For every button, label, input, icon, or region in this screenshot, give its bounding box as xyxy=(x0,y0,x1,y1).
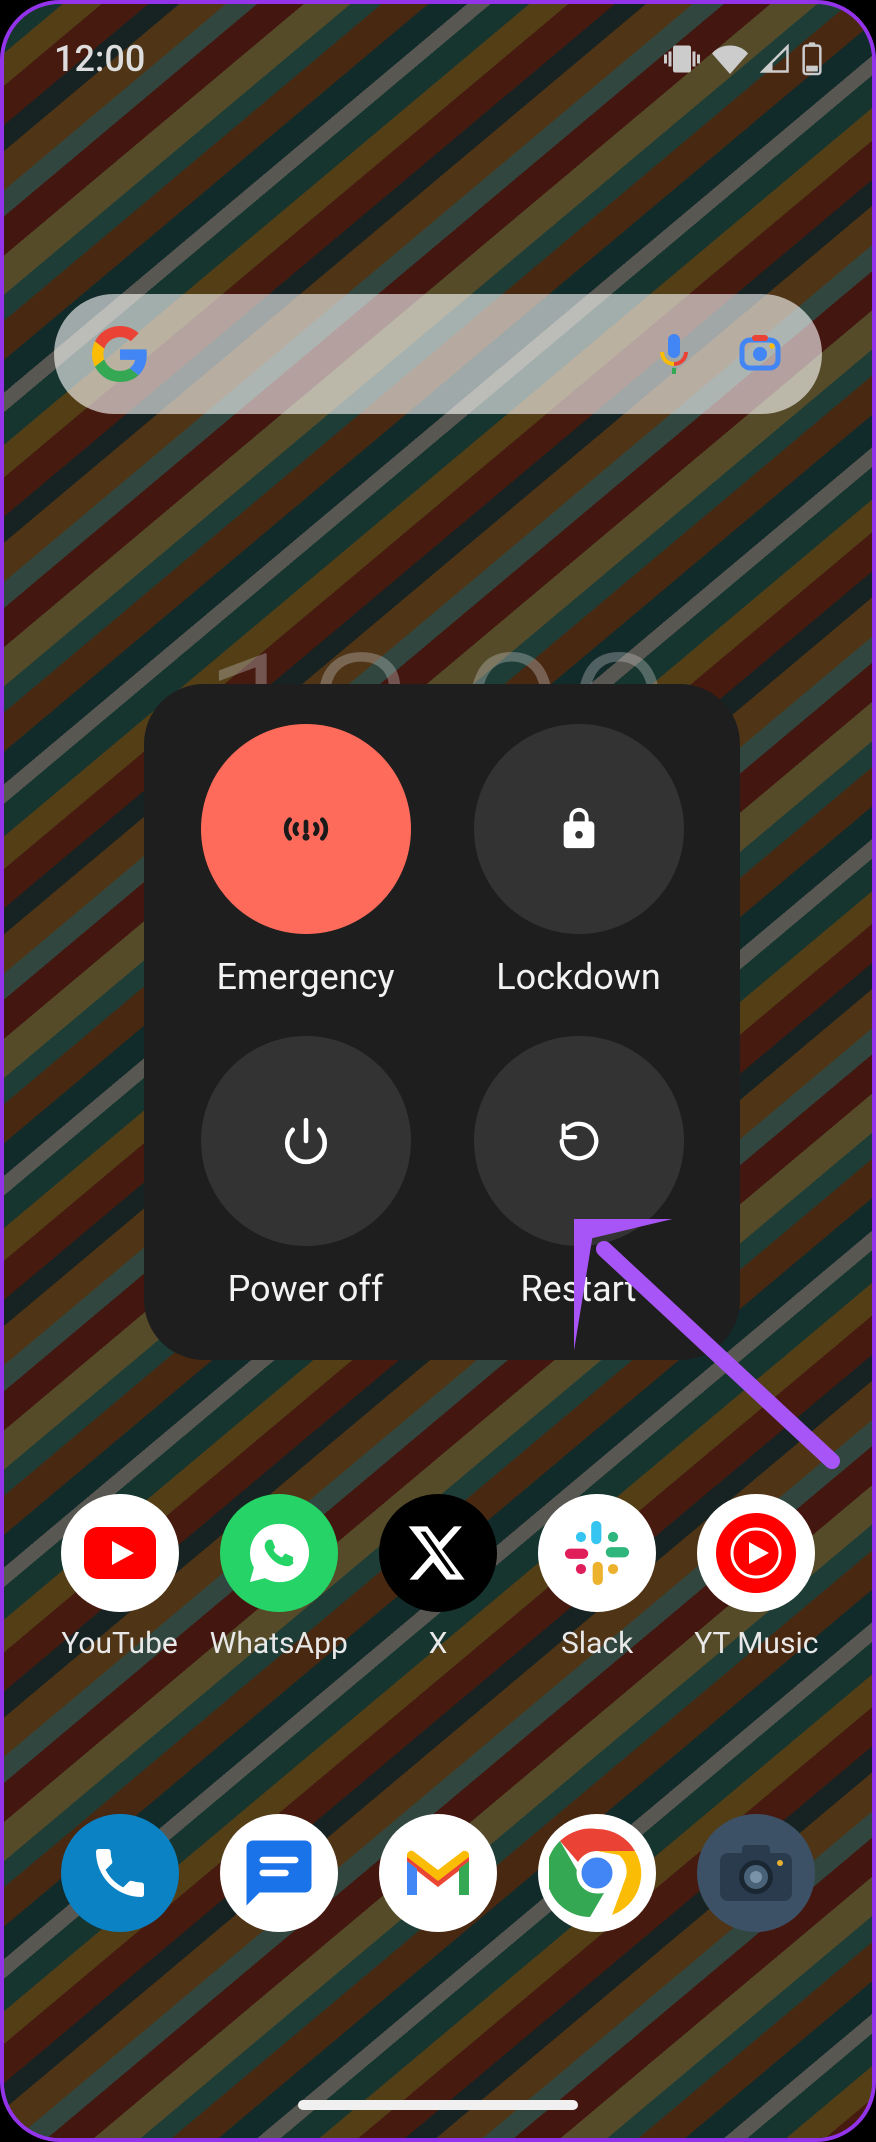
app-gmail[interactable] xyxy=(363,1814,513,1932)
app-whatsapp[interactable]: WhatsApp xyxy=(204,1494,354,1661)
lock-icon xyxy=(556,806,602,852)
restart-circle xyxy=(474,1036,684,1246)
mic-icon[interactable] xyxy=(650,330,698,378)
google-logo-icon xyxy=(92,326,148,382)
lockdown-button[interactable]: Lockdown xyxy=(447,724,710,998)
chrome-icon xyxy=(538,1814,656,1932)
app-messages[interactable] xyxy=(204,1814,354,1932)
x-label: X xyxy=(429,1626,448,1661)
app-slack[interactable]: Slack xyxy=(522,1494,672,1661)
battery-icon xyxy=(802,42,822,76)
ytmusic-icon xyxy=(697,1494,815,1612)
restart-icon xyxy=(556,1118,602,1164)
gesture-nav-bar[interactable] xyxy=(298,2100,578,2110)
power-off-circle xyxy=(201,1036,411,1246)
vibrate-icon xyxy=(664,41,700,77)
app-x[interactable]: X xyxy=(363,1494,513,1661)
app-youtube[interactable]: YouTube xyxy=(45,1494,195,1661)
emergency-icon xyxy=(278,801,334,857)
slack-label: Slack xyxy=(561,1626,633,1661)
messages-icon xyxy=(220,1814,338,1932)
wifi-icon xyxy=(712,41,748,77)
lockdown-label: Lockdown xyxy=(496,956,660,998)
ytmusic-label: YT Music xyxy=(694,1626,818,1661)
status-time: 12:00 xyxy=(54,38,145,80)
app-ytmusic[interactable]: YT Music xyxy=(681,1494,831,1661)
whatsapp-icon xyxy=(220,1494,338,1612)
slack-icon xyxy=(538,1494,656,1612)
dock-row xyxy=(4,1814,872,1932)
restart-button[interactable]: Restart xyxy=(447,1036,710,1310)
emergency-label: Emergency xyxy=(216,956,394,998)
app-row: YouTube WhatsApp X Slack xyxy=(4,1494,872,1661)
app-camera[interactable] xyxy=(681,1814,831,1932)
google-search-bar[interactable] xyxy=(54,294,822,414)
search-input[interactable] xyxy=(168,294,612,414)
power-off-label: Power off xyxy=(228,1268,384,1310)
youtube-label: YouTube xyxy=(61,1626,178,1661)
lockdown-circle xyxy=(474,724,684,934)
lens-icon[interactable] xyxy=(736,330,784,378)
camera-icon xyxy=(697,1814,815,1932)
whatsapp-label: WhatsApp xyxy=(210,1626,348,1661)
app-phone[interactable] xyxy=(45,1814,195,1932)
power-menu-dialog: Emergency Lockdown Power off Restart xyxy=(144,684,740,1360)
emergency-button[interactable]: Emergency xyxy=(174,724,437,998)
gmail-icon xyxy=(379,1814,497,1932)
app-chrome[interactable] xyxy=(522,1814,672,1932)
signal-icon xyxy=(760,44,790,74)
restart-label: Restart xyxy=(520,1268,636,1310)
power-icon xyxy=(281,1116,331,1166)
youtube-icon xyxy=(61,1494,179,1612)
status-icons xyxy=(664,41,822,77)
emergency-circle xyxy=(201,724,411,934)
power-off-button[interactable]: Power off xyxy=(174,1036,437,1310)
x-icon xyxy=(379,1494,497,1612)
status-bar: 12:00 xyxy=(4,4,872,114)
phone-icon xyxy=(61,1814,179,1932)
